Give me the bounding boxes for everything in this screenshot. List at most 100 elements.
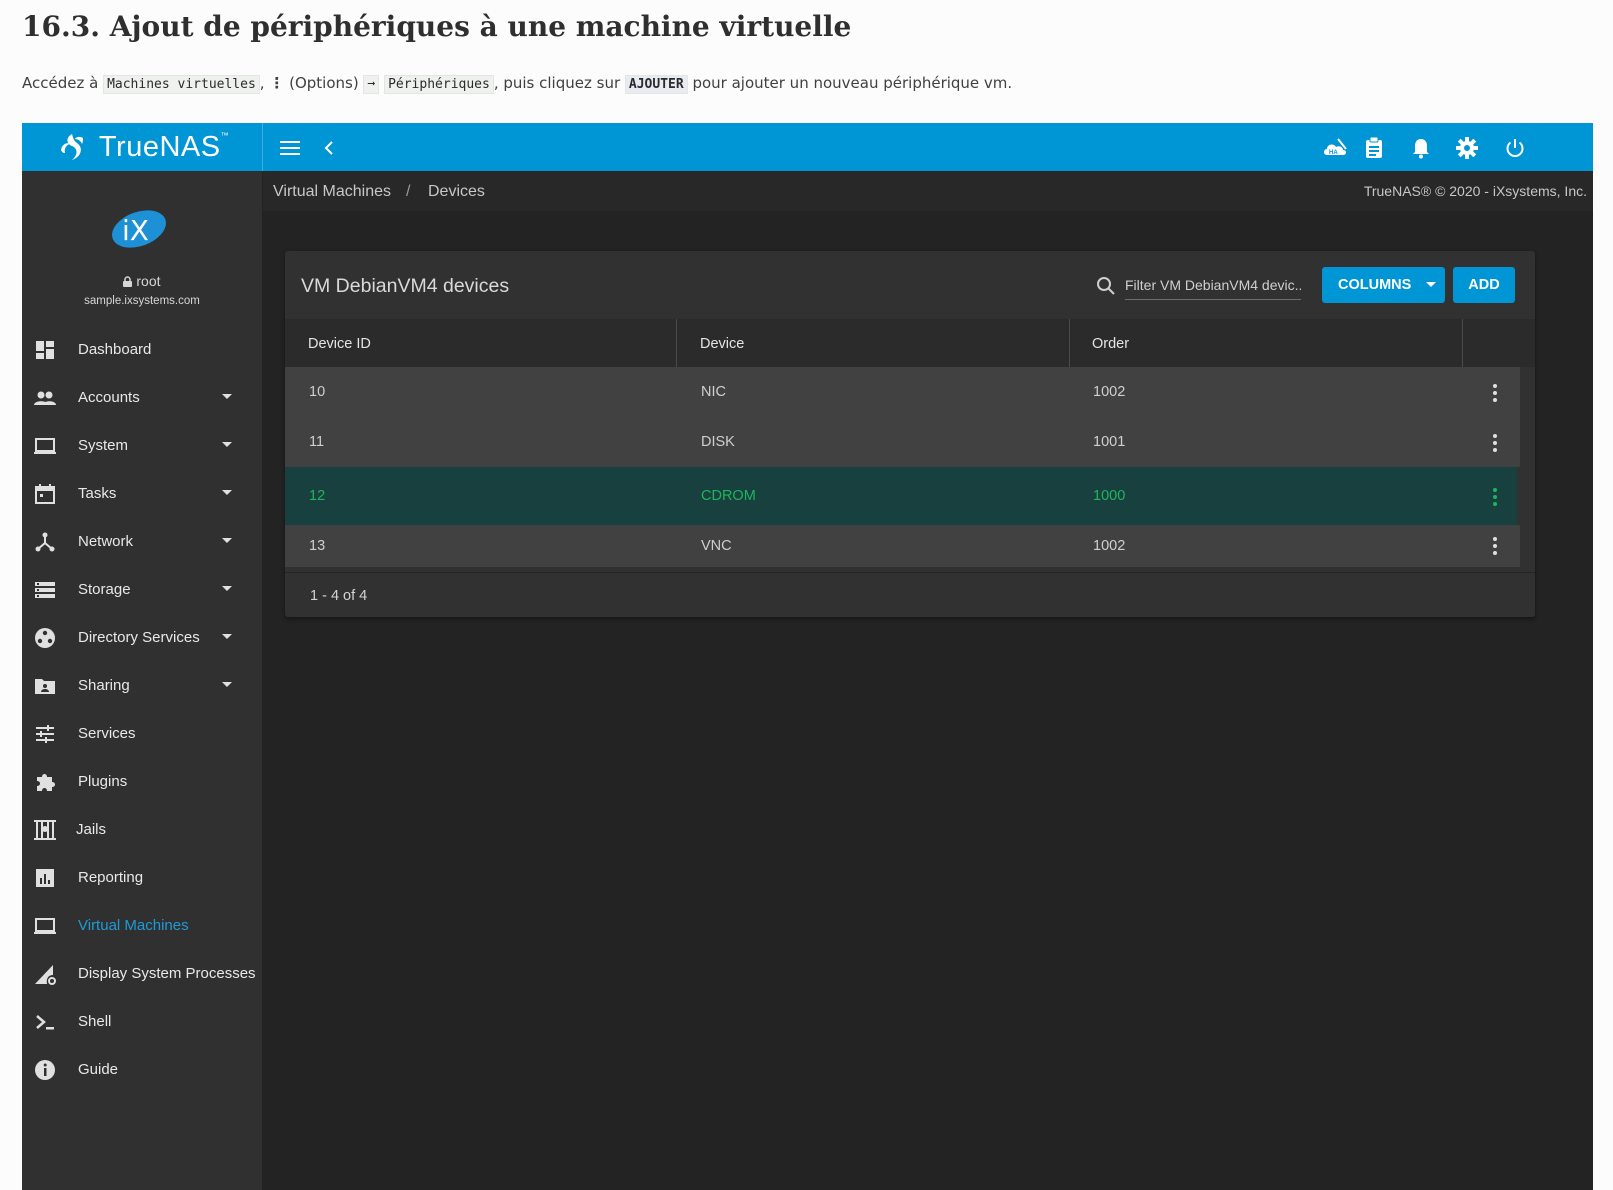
table-header: Device ID Device Order: [285, 319, 1535, 367]
network-icon: [35, 532, 55, 552]
column-header-device[interactable]: Device: [700, 336, 744, 352]
sidebar-item-dashboard[interactable]: Dashboard: [22, 326, 262, 374]
sidebar-item-label: Tasks: [78, 485, 117, 502]
table-row-selected[interactable]: 12 CDROM 1000: [285, 467, 1517, 525]
storage-icon: [35, 582, 55, 598]
breadcrumb-virtual-machines[interactable]: Virtual Machines: [273, 183, 391, 201]
clipboard-icon: [1366, 137, 1382, 158]
brand-name: TrueNAS™: [99, 131, 229, 164]
sidebar-item-reporting[interactable]: Reporting: [22, 854, 262, 902]
filter-input[interactable]: [1125, 271, 1301, 300]
sidebar-item-network[interactable]: Network: [22, 518, 262, 566]
sidebar-item-label: Display System Processes: [78, 965, 256, 982]
sidebar-item-label: Guide: [78, 1061, 119, 1078]
table-row[interactable]: 13 VNC 1002: [285, 525, 1520, 567]
sidebar-item-label: Jails: [76, 821, 107, 838]
columns-dropdown-icon[interactable]: [1418, 267, 1445, 303]
sidebar-item-label: Virtual Machines: [78, 917, 189, 934]
truenas-logo-icon: [60, 134, 83, 160]
doc-text: (Options): [284, 74, 364, 92]
ha-status-button[interactable]: HA: [1322, 135, 1348, 161]
sidebar-item-system[interactable]: System: [22, 422, 262, 470]
add-button[interactable]: ADD: [1453, 267, 1515, 303]
hamburger-icon: [280, 141, 300, 155]
sidebar-item-label: Network: [78, 533, 134, 550]
caret-down-icon: [222, 586, 232, 591]
sidebar-item-virtual-machines[interactable]: Virtual Machines: [22, 902, 262, 950]
doc-code-add: AJOUTER: [624, 75, 688, 94]
doc-instructions: Accédez à Machines virtuelles, ⋮ (Option…: [22, 74, 1012, 94]
more-vert-icon[interactable]: [1492, 488, 1498, 506]
more-vert-icon[interactable]: [1492, 384, 1498, 402]
sidebar-item-directory-services[interactable]: Directory Services: [22, 614, 262, 662]
doc-heading: 16.3. Ajout de périphériques à une machi…: [22, 10, 852, 43]
plugins-icon: [37, 774, 55, 791]
sidebar-item-guide[interactable]: Guide: [22, 1046, 262, 1094]
cell-order: 1002: [1093, 538, 1126, 554]
reporting-icon: [36, 869, 54, 887]
caret-down-icon: [222, 682, 232, 687]
cell-order: 1001: [1093, 434, 1126, 450]
hostname: sample.ixsystems.com: [84, 295, 200, 307]
breadcrumb-separator: /: [406, 183, 411, 200]
column-header-order[interactable]: Order: [1092, 336, 1129, 352]
card-title: VM DebianVM4 devices: [301, 275, 510, 297]
doc-code-devices: Périphériques: [384, 75, 494, 94]
truenas-logo[interactable]: TrueNAS™: [22, 123, 262, 171]
caret-down-icon: [222, 634, 232, 639]
sidebar-item-label: Services: [78, 725, 136, 742]
cell-device-id: 11: [309, 434, 325, 450]
virtual-machines-icon: [34, 918, 56, 934]
collapse-sidebar-button[interactable]: [316, 135, 342, 161]
gear-icon: [1456, 137, 1478, 159]
caret-down-icon: [222, 538, 232, 543]
task-manager-button[interactable]: [1361, 135, 1387, 161]
devices-card: VM DebianVM4 devices COLUMNS ADD Device …: [285, 251, 1535, 617]
sidebar-item-shell[interactable]: Shell: [22, 998, 262, 1046]
column-header-device-id[interactable]: Device ID: [308, 336, 371, 352]
column-divider: [1069, 319, 1070, 367]
cell-device: VNC: [701, 538, 732, 554]
notifications-button[interactable]: [1408, 135, 1434, 161]
svg-text:iX: iX: [122, 214, 149, 247]
caret-down-icon: [222, 442, 232, 447]
columns-button[interactable]: COLUMNS: [1322, 267, 1445, 303]
menu-toggle-button[interactable]: [277, 135, 303, 161]
more-vert-icon[interactable]: [1492, 537, 1498, 555]
columns-button-label: COLUMNS: [1338, 277, 1412, 293]
power-icon: [1506, 139, 1524, 157]
settings-button[interactable]: [1454, 135, 1480, 161]
doc-text: ,: [259, 74, 270, 92]
more-vert-icon[interactable]: [1492, 434, 1498, 452]
sidebar-item-accounts[interactable]: Accounts: [22, 374, 262, 422]
caret-down-icon: [222, 394, 232, 399]
doc-text: , puis cliquez sur: [493, 74, 625, 92]
sidebar-item-plugins[interactable]: Plugins: [22, 758, 262, 806]
cell-device-id: 13: [309, 538, 326, 554]
chevron-left-icon: [324, 141, 333, 155]
sidebar-item-jails[interactable]: Jails: [22, 806, 262, 854]
username: root: [136, 273, 161, 289]
sidebar-item-label: Plugins: [78, 773, 128, 790]
sidebar-item-services[interactable]: Services: [22, 710, 262, 758]
sidebar-nav: Dashboard Accounts System Tasks Network …: [22, 326, 262, 1094]
table-row[interactable]: 11 DISK 1001: [285, 417, 1520, 467]
sidebar-item-label: System: [78, 437, 129, 454]
ixsystems-logo: iX: [112, 210, 166, 248]
info-icon: [35, 1060, 55, 1080]
sidebar-item-tasks[interactable]: Tasks: [22, 470, 262, 518]
sidebar-item-display-system-processes[interactable]: Display System Processes: [22, 950, 262, 998]
system-icon: [34, 438, 56, 454]
power-button[interactable]: [1502, 135, 1528, 161]
sidebar-item-sharing[interactable]: Sharing: [22, 662, 262, 710]
jails-icon: [34, 820, 56, 840]
ha-disabled-icon: HA: [1324, 138, 1347, 156]
cell-order: 1002: [1093, 384, 1126, 400]
table-row[interactable]: 10 NIC 1002: [285, 367, 1520, 417]
sidebar-item-label: Shell: [78, 1013, 112, 1030]
user-label: root: [22, 273, 262, 289]
processes-icon: [35, 965, 56, 985]
cell-device-id: 10: [309, 384, 326, 400]
sidebar-item-label: Sharing: [78, 677, 130, 694]
sidebar-item-storage[interactable]: Storage: [22, 566, 262, 614]
